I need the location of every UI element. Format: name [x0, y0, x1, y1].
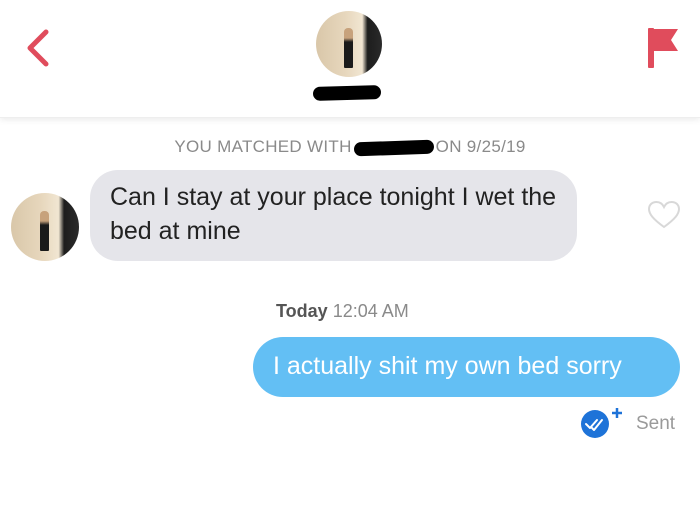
- timestamp-time: 12:04 AM: [332, 301, 409, 321]
- message-timestamp: Today 12:04 AM: [276, 301, 409, 322]
- match-banner-date: ON 9/25/19: [435, 137, 526, 156]
- sender-avatar[interactable]: [11, 193, 79, 261]
- like-message-button[interactable]: [647, 200, 681, 230]
- message-status: Sent: [636, 413, 676, 434]
- timestamp-day: Today: [276, 301, 328, 321]
- redacted-name: [353, 139, 434, 156]
- chevron-left-icon: [27, 29, 49, 67]
- read-receipt-button[interactable]: [580, 405, 622, 439]
- match-banner-prefix: YOU MATCHED WITH: [174, 137, 352, 156]
- match-banner: YOU MATCHED WITH ON 9/25/19: [0, 137, 700, 157]
- flag-icon: [648, 28, 678, 68]
- incoming-message: Can I stay at your place tonight I wet t…: [90, 170, 577, 261]
- heart-icon: [647, 200, 681, 229]
- chat-header: [0, 0, 700, 118]
- outgoing-message: I actually shit my own bed sorry: [253, 337, 680, 397]
- report-button[interactable]: [644, 26, 680, 70]
- back-button[interactable]: [22, 28, 56, 68]
- redacted-match-name: [312, 85, 382, 101]
- read-receipt-icon: [581, 408, 622, 438]
- incoming-message-text: Can I stay at your place tonight I wet t…: [110, 183, 557, 245]
- outgoing-message-text: I actually shit my own bed sorry: [273, 352, 622, 380]
- match-avatar[interactable]: [316, 11, 382, 77]
